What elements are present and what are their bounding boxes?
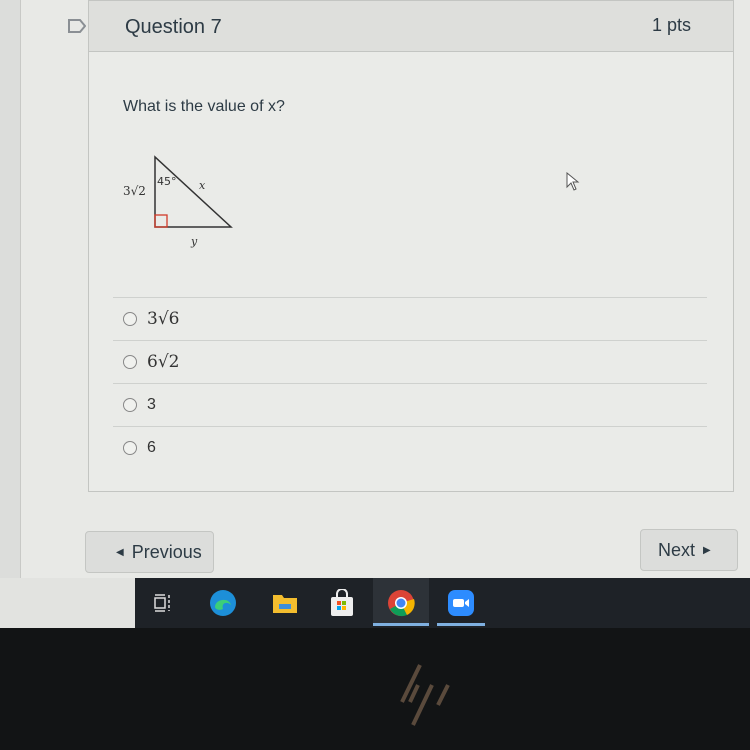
- question-card: Question 7 1 pts What is the value of x?…: [88, 0, 734, 492]
- chevron-right-icon: ▶: [703, 544, 711, 556]
- hypotenuse-label: x: [199, 179, 206, 192]
- store-icon[interactable]: [328, 589, 356, 617]
- side-label: 3√2: [123, 184, 146, 198]
- answer-option[interactable]: 6√2: [113, 340, 707, 383]
- question-title: Question 7: [125, 16, 222, 38]
- angle-label: 45°: [157, 175, 177, 188]
- radio-button[interactable]: [123, 312, 137, 326]
- edge-icon[interactable]: [209, 589, 237, 617]
- answer-list: 3√6 6√2 3 6: [113, 297, 707, 469]
- previous-label: Previous: [131, 541, 202, 562]
- chevron-left-icon: ◀: [116, 546, 124, 558]
- browser-viewport: Question 7 1 pts What is the value of x?…: [0, 0, 750, 630]
- left-sidebar-edge: [0, 0, 21, 630]
- question-header: Question 7 1 pts: [89, 1, 733, 52]
- hp-logo-icon: [400, 664, 450, 726]
- answer-option[interactable]: 3: [113, 383, 707, 426]
- file-explorer-icon[interactable]: [271, 589, 299, 617]
- right-angle-marker: [154, 214, 168, 228]
- mouse-cursor-icon: [566, 172, 580, 191]
- zoom-active-indicator: [437, 623, 485, 626]
- answer-option[interactable]: 3√6: [113, 297, 707, 340]
- question-text: What is the value of x?: [123, 98, 285, 115]
- triangle-figure: 3√2 45° x y: [123, 155, 233, 248]
- laptop-bezel: [0, 628, 750, 750]
- base-label: y: [190, 235, 198, 248]
- next-label: Next: [658, 539, 696, 560]
- answer-label[interactable]: 3: [147, 396, 156, 414]
- chrome-active-indicator: [373, 623, 429, 626]
- next-button[interactable]: Next ▶: [640, 529, 738, 571]
- answer-label[interactable]: 3√6: [147, 309, 179, 329]
- question-points: 1 pts: [651, 15, 691, 35]
- taskbar: [135, 578, 750, 628]
- zoom-icon[interactable]: [447, 589, 475, 617]
- flag-question-icon[interactable]: [68, 19, 86, 33]
- task-view-icon[interactable]: [149, 589, 177, 617]
- radio-button[interactable]: [123, 355, 137, 369]
- chrome-icon[interactable]: [387, 589, 415, 617]
- answer-label[interactable]: 6√2: [147, 352, 179, 372]
- radio-button[interactable]: [123, 441, 137, 455]
- radio-button[interactable]: [123, 398, 137, 412]
- taskbar-left-area: [0, 578, 135, 630]
- answer-label[interactable]: 6: [147, 439, 156, 457]
- answer-option[interactable]: 6: [113, 426, 707, 469]
- previous-button[interactable]: ◀ Previous: [85, 531, 214, 573]
